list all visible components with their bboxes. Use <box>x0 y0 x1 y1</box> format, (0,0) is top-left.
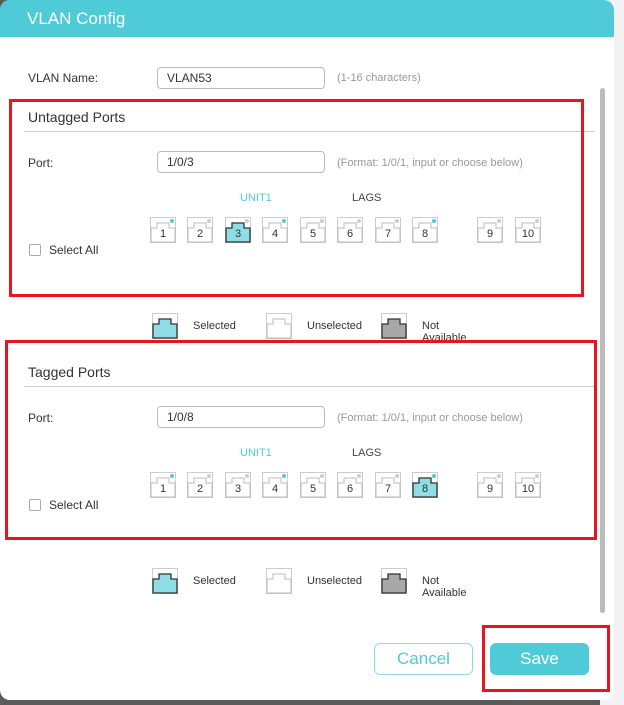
cancel-button[interactable]: Cancel <box>374 643 473 675</box>
legend-unselected-label: Unselected <box>307 320 363 332</box>
legend-unselected-label: Unselected <box>307 575 363 587</box>
legend-not-available-icon <box>381 568 407 594</box>
legend-not-available-label: Not Available <box>422 575 467 599</box>
highlight-tagged <box>5 340 597 540</box>
highlight-untagged <box>9 99 584 297</box>
dialog-title: VLAN Config <box>0 0 614 37</box>
vlan-name-input[interactable]: VLAN53 <box>157 67 325 89</box>
legend-not-available-icon <box>381 313 407 339</box>
vlan-name-label: VLAN Name: <box>28 71 99 85</box>
legend-unselected-icon <box>266 568 292 594</box>
legend-selected-label: Selected <box>193 320 236 332</box>
vlan-name-hint: (1-16 characters) <box>337 72 421 84</box>
vlan-config-dialog: VLAN Config VLAN Name: VLAN53 (1-16 char… <box>0 0 614 700</box>
legend-selected-icon <box>152 313 178 339</box>
legend-selected-label: Selected <box>193 575 236 587</box>
scrollbar[interactable] <box>600 88 605 613</box>
legend-unselected-icon <box>266 313 292 339</box>
highlight-save <box>482 625 610 692</box>
legend-selected-icon <box>152 568 178 594</box>
